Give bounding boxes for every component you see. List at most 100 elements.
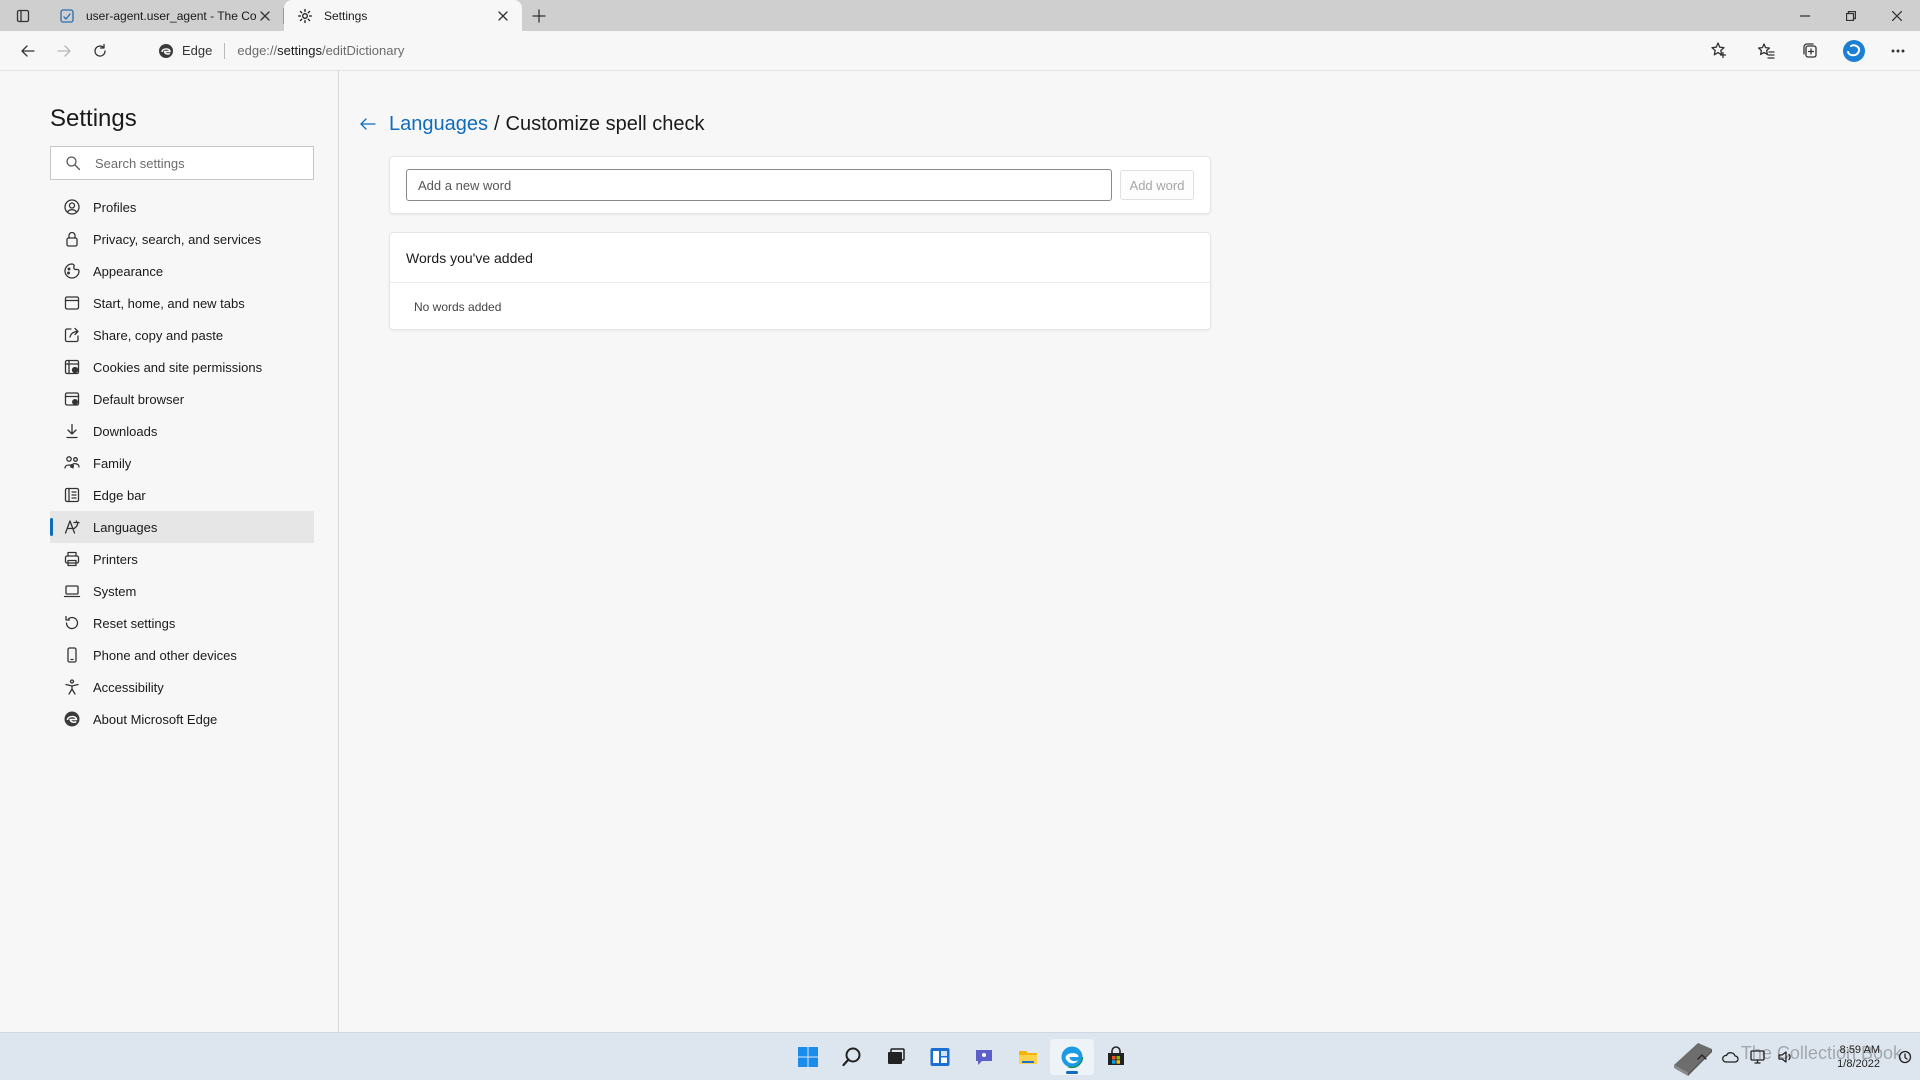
new-tab-button[interactable] xyxy=(522,0,556,31)
restore-icon xyxy=(1846,10,1856,21)
sidebar-item-label: Reset settings xyxy=(93,615,176,631)
refresh-icon xyxy=(94,43,106,57)
settings-title: Settings xyxy=(50,105,137,132)
tab-title: user-agent.user_agent - The Coll xyxy=(86,8,256,23)
edge-bar-icon xyxy=(63,486,81,504)
lock-icon xyxy=(63,230,81,248)
taskbar: The Collection Book 8:59 AM 1/8/2022 xyxy=(0,1032,1920,1080)
notifications-button[interactable] xyxy=(1894,1033,1916,1080)
home-tabs-icon xyxy=(63,294,81,312)
system-tray: 8:59 AM 1/8/2022 xyxy=(1688,1033,1920,1080)
sidebar-item-printers[interactable]: Printers xyxy=(50,543,314,575)
new-word-input[interactable] xyxy=(406,169,1112,201)
close-window-button[interactable] xyxy=(1874,0,1920,31)
breadcrumb-languages-link[interactable]: Languages xyxy=(389,113,488,136)
widgets-button[interactable] xyxy=(918,1039,962,1075)
refresh-button[interactable] xyxy=(82,35,118,67)
edge-logo-icon xyxy=(158,43,174,59)
added-words-card: Words you've added No words added xyxy=(389,232,1211,330)
sidebar-item-label: Downloads xyxy=(93,423,158,439)
onedrive-button[interactable] xyxy=(1716,1033,1744,1080)
sidebar-item-downloads[interactable]: Downloads xyxy=(50,415,314,447)
address-divider xyxy=(224,42,226,59)
back-arrow-icon[interactable] xyxy=(359,115,377,133)
system-icon xyxy=(63,582,81,600)
added-words-header: Words you've added xyxy=(390,233,1210,283)
task-view-button[interactable] xyxy=(874,1039,918,1075)
start-icon xyxy=(798,1047,818,1067)
sidebar-item-appearance[interactable]: Appearance xyxy=(50,255,314,287)
sidebar-item-label: Edge bar xyxy=(93,487,146,503)
plus-icon xyxy=(532,8,546,23)
sidebar-item-share[interactable]: Share, copy and paste xyxy=(50,319,314,351)
favorites-button[interactable] xyxy=(1744,35,1788,67)
add-word-button[interactable]: Add word xyxy=(1120,170,1194,200)
taskbar-clock[interactable]: 8:59 AM 1/8/2022 xyxy=(1800,1043,1880,1071)
minimize-icon xyxy=(1800,14,1810,17)
sidebar-item-reset[interactable]: Reset settings xyxy=(50,607,314,639)
clock-date: 1/8/2022 xyxy=(1837,1058,1880,1070)
add-favorite-icon[interactable] xyxy=(1710,41,1730,61)
sidebar-item-privacy[interactable]: Privacy, search, and services xyxy=(50,223,314,255)
breadcrumb: Languages / Customize spell check xyxy=(359,112,705,136)
more-icon xyxy=(1891,49,1905,53)
volume-button[interactable] xyxy=(1772,1033,1800,1080)
favorites-icon xyxy=(1757,43,1775,59)
reset-icon xyxy=(63,614,81,632)
network-button[interactable] xyxy=(1744,1033,1772,1080)
download-icon xyxy=(63,422,81,440)
sidebar-item-default-browser[interactable]: Default browser xyxy=(50,383,314,415)
taskbar-search-button[interactable] xyxy=(830,1039,874,1075)
sidebar-item-profiles[interactable]: Profiles xyxy=(50,191,314,223)
store-button[interactable] xyxy=(1094,1039,1138,1075)
browser-toolbar: Edge edge://settings/editDictionary xyxy=(0,31,1920,71)
tab-actions-button[interactable] xyxy=(0,0,46,31)
close-tab-icon[interactable] xyxy=(256,7,274,25)
store-icon xyxy=(1108,1046,1124,1065)
edge-taskbar-button[interactable] xyxy=(1050,1039,1094,1075)
sidebar-item-languages[interactable]: Languages xyxy=(50,511,314,543)
chat-button[interactable] xyxy=(962,1039,1006,1075)
forward-button[interactable] xyxy=(46,35,82,67)
collections-button[interactable] xyxy=(1788,35,1832,67)
sidebar-item-accessibility[interactable]: Accessibility xyxy=(50,671,314,703)
tray-overflow-button[interactable] xyxy=(1688,1033,1716,1080)
appearance-icon xyxy=(63,262,81,280)
sidebar-item-family[interactable]: Family xyxy=(50,447,314,479)
more-menu-button[interactable] xyxy=(1876,35,1920,67)
file-explorer-button[interactable] xyxy=(1006,1039,1050,1075)
sidebar-item-label: Accessibility xyxy=(93,679,164,695)
sidebar-item-cookies[interactable]: Cookies and site permissions xyxy=(50,351,314,383)
profile-button[interactable] xyxy=(1832,35,1876,67)
search-icon xyxy=(65,155,81,171)
sidebar-item-system[interactable]: System xyxy=(50,575,314,607)
sidebar-item-edge-bar[interactable]: Edge bar xyxy=(50,479,314,511)
task-view-icon xyxy=(888,1048,905,1064)
sidebar-item-about[interactable]: About Microsoft Edge xyxy=(50,703,314,735)
sidebar-item-phone[interactable]: Phone and other devices xyxy=(50,639,314,671)
back-button[interactable] xyxy=(10,35,46,67)
site-identity-label[interactable]: Edge xyxy=(182,43,212,58)
close-tab-icon[interactable] xyxy=(494,7,512,25)
minimize-button[interactable] xyxy=(1782,0,1828,31)
add-word-card: Add word xyxy=(389,156,1211,214)
empty-words-message: No words added xyxy=(414,299,502,314)
sidebar-item-start-home[interactable]: Start, home, and new tabs xyxy=(50,287,314,319)
sidebar-item-label: Phone and other devices xyxy=(93,647,237,663)
sidebar-item-label: About Microsoft Edge xyxy=(93,711,218,727)
profile-icon xyxy=(63,198,81,216)
sidebar-item-label: Languages xyxy=(93,519,158,535)
restore-button[interactable] xyxy=(1828,0,1874,31)
cloud-icon xyxy=(1722,1052,1739,1063)
search-settings-box[interactable] xyxy=(50,146,314,180)
start-button[interactable] xyxy=(786,1039,830,1075)
gear-icon xyxy=(296,7,314,25)
sidebar-item-label: Privacy, search, and services xyxy=(93,231,262,247)
address-bar[interactable]: Edge edge://settings/editDictionary xyxy=(148,36,1730,66)
search-settings-input[interactable] xyxy=(95,155,305,171)
breadcrumb-separator: / xyxy=(493,112,500,135)
sidebar-item-label: Printers xyxy=(93,551,138,567)
tab-settings[interactable]: Settings xyxy=(284,0,522,31)
tab-user-agent[interactable]: user-agent.user_agent - The Coll xyxy=(46,0,284,31)
profile-avatar-icon xyxy=(1843,40,1865,62)
